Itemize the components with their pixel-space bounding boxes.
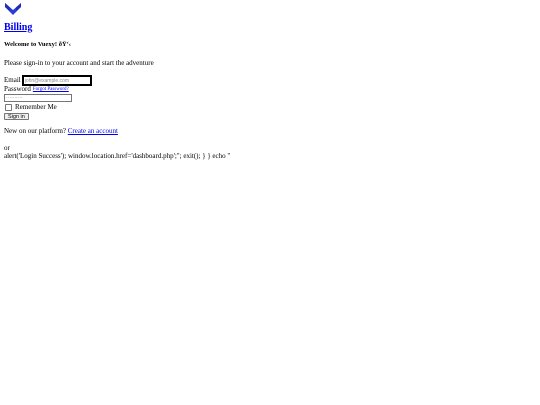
sign-in-button[interactable]: Sign in xyxy=(4,113,29,121)
password-row: Password Forgot Password? xyxy=(4,85,536,94)
vuexy-logo-icon xyxy=(5,3,21,15)
login-page: Billing Welcome to Vuexy! ðŸ‘‹ Please si… xyxy=(0,0,540,405)
email-field[interactable] xyxy=(21,75,92,87)
remember-me-checkbox[interactable] xyxy=(5,104,12,112)
password-label: Password xyxy=(4,85,31,94)
signup-row: New on our platform? Create an account xyxy=(4,127,536,135)
new-on-platform-text: New on our platform? xyxy=(4,127,67,136)
or-divider-text: or xyxy=(4,144,10,153)
remember-me-label: Remember Me xyxy=(15,103,57,112)
welcome-subtitle: Please sign-in to your account and start… xyxy=(4,58,154,67)
welcome-heading: Welcome to Vuexy! ðŸ‘‹ xyxy=(4,40,71,48)
email-row: Email xyxy=(4,75,536,87)
create-account-link[interactable]: Create an account xyxy=(68,127,118,135)
brand-link[interactable]: Billing xyxy=(4,22,32,34)
login-form: Email Password Forgot Password? Remember… xyxy=(4,75,536,127)
forgot-password-link[interactable]: Forgot Password? xyxy=(33,87,69,93)
email-label: Email xyxy=(4,76,21,85)
leaked-script-text: alert('Login Success'); window.location.… xyxy=(4,152,231,161)
remember-row: Remember Me xyxy=(4,103,536,112)
password-field[interactable] xyxy=(4,94,72,103)
